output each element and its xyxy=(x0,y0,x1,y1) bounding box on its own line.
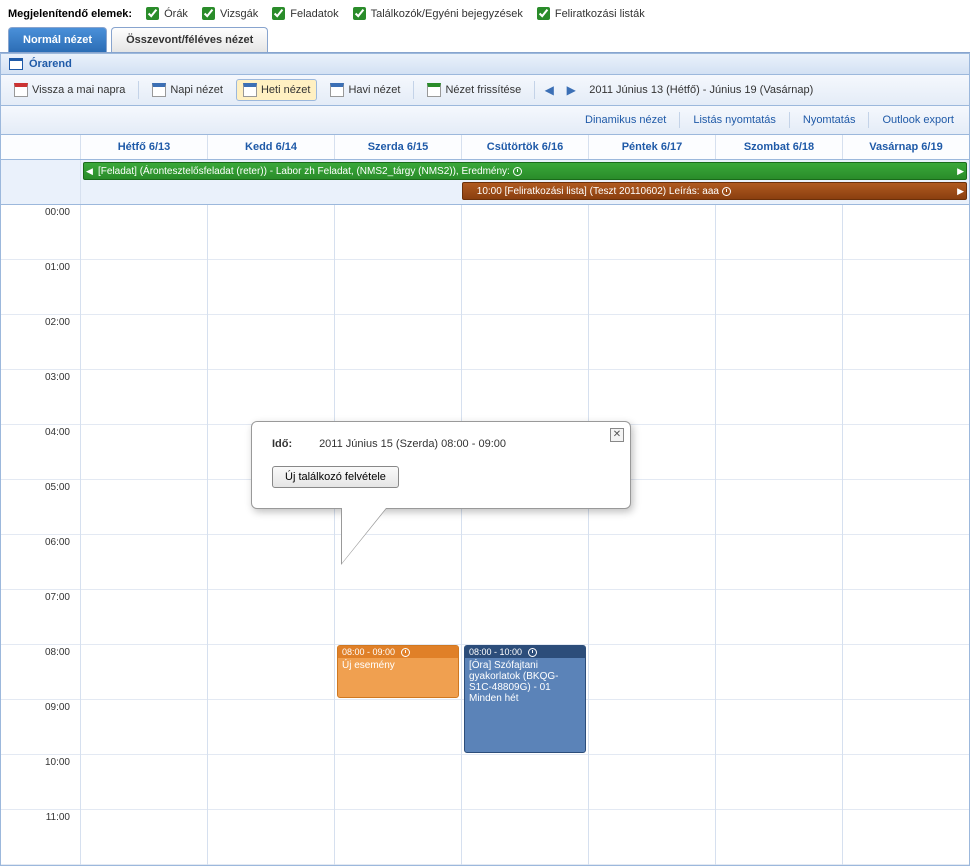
time-label: 09:00 xyxy=(1,700,80,755)
today-button[interactable]: Vissza a mai napra xyxy=(7,79,132,101)
filter-exams-checkbox[interactable] xyxy=(202,7,215,20)
day-header-tue[interactable]: Kedd 6/14 xyxy=(208,135,335,159)
filter-exams[interactable]: Vizsgák xyxy=(198,4,258,23)
day-col-sun[interactable] xyxy=(843,205,969,865)
popup-close-button[interactable]: ✕ xyxy=(610,428,624,442)
clock-icon xyxy=(513,167,522,176)
time-label: 01:00 xyxy=(1,260,80,315)
filter-signups-checkbox[interactable] xyxy=(537,7,550,20)
tab-normal[interactable]: Normál nézet xyxy=(8,27,107,52)
print-list-button[interactable]: Listás nyomtatás xyxy=(684,110,785,130)
time-label: 06:00 xyxy=(1,535,80,590)
filter-signups[interactable]: Feliratkozási listák xyxy=(533,4,645,23)
time-label: 02:00 xyxy=(1,315,80,370)
clock-icon xyxy=(722,187,731,196)
day-col-sat[interactable] xyxy=(716,205,843,865)
time-label: 00:00 xyxy=(1,205,80,260)
day-header-sun[interactable]: Vasárnap 6/19 xyxy=(843,135,969,159)
time-label: 05:00 xyxy=(1,480,80,535)
time-label: 07:00 xyxy=(1,590,80,645)
calendar-body: Hétfő 6/13 Kedd 6/14 Szerda 6/15 Csütört… xyxy=(1,135,969,865)
allday-area: ◀ [Feladat] (Árontesztelősfeladat (reter… xyxy=(1,160,969,205)
new-meeting-button[interactable]: Új találkozó felvétele xyxy=(272,466,399,488)
panel-header: Órarend xyxy=(1,54,969,75)
outlook-export-button[interactable]: Outlook export xyxy=(873,110,963,130)
popup-time-label: Idő: xyxy=(272,438,316,450)
view-tabs: Normál nézet Összevont/féléves nézet xyxy=(0,27,970,53)
arrow-right-icon: ▶ xyxy=(957,182,964,200)
day-columns: 08:00 - 09:00 Új esemény 08:00 - 10:00 [… xyxy=(81,205,969,865)
filter-classes[interactable]: Órák xyxy=(142,4,188,23)
clock-icon xyxy=(528,648,537,657)
tab-aggregate[interactable]: Összevont/féléves nézet xyxy=(111,27,268,52)
popup-time-value: 2011 Június 15 (Szerda) 08:00 - 09:00 xyxy=(319,438,506,450)
month-view-button[interactable]: Havi nézet xyxy=(323,79,407,101)
prev-week-button[interactable]: ◀ xyxy=(541,82,557,98)
filter-tasks-checkbox[interactable] xyxy=(272,7,285,20)
filter-tasks[interactable]: Feladatok xyxy=(268,4,338,23)
time-column: 00:00 01:00 02:00 03:00 04:00 05:00 06:0… xyxy=(1,205,81,865)
time-label: 08:00 xyxy=(1,645,80,700)
day-view-button[interactable]: Napi nézet xyxy=(145,79,230,101)
filter-meetings-checkbox[interactable] xyxy=(353,7,366,20)
time-label: 11:00 xyxy=(1,810,80,865)
week-view-button[interactable]: Heti nézet xyxy=(236,79,318,101)
clock-icon xyxy=(401,648,410,657)
arrow-left-icon: ◀ xyxy=(86,162,93,180)
day-col-tue[interactable] xyxy=(208,205,335,865)
day-col-fri[interactable] xyxy=(589,205,716,865)
day-header-mon[interactable]: Hétfő 6/13 xyxy=(81,135,208,159)
filter-classes-checkbox[interactable] xyxy=(146,7,159,20)
date-range: 2011 Június 13 (Hétfő) - Június 19 (Vasá… xyxy=(589,84,813,96)
day-col-mon[interactable] xyxy=(81,205,208,865)
print-button[interactable]: Nyomtatás xyxy=(794,110,865,130)
day-header-row: Hétfő 6/13 Kedd 6/14 Szerda 6/15 Csütört… xyxy=(1,135,969,160)
day-header-wed[interactable]: Szerda 6/15 xyxy=(335,135,462,159)
day-col-thu[interactable]: 08:00 - 10:00 [Óra] Szófajtani gyakorlat… xyxy=(462,205,589,865)
arrow-right-icon: ▶ xyxy=(957,162,964,180)
calendar-panel: Órarend Vissza a mai napra Napi nézet He… xyxy=(0,53,970,866)
month-view-icon xyxy=(330,83,344,97)
calendar-toolbar-secondary: Dinamikus nézet Listás nyomtatás Nyomtat… xyxy=(1,106,969,135)
allday-signup-event[interactable]: 10:00 [Feliratkozási lista] (Teszt 20110… xyxy=(462,182,967,200)
filters-label: Megjelenítendő elemek: xyxy=(8,8,132,20)
day-header-sat[interactable]: Szombat 6/18 xyxy=(716,135,843,159)
time-grid: 00:00 01:00 02:00 03:00 04:00 05:00 06:0… xyxy=(1,205,969,865)
panel-title: Órarend xyxy=(29,58,72,70)
day-header-thu[interactable]: Csütörtök 6/16 xyxy=(462,135,589,159)
refresh-icon xyxy=(427,83,441,97)
day-header-fri[interactable]: Péntek 6/17 xyxy=(589,135,716,159)
week-view-icon xyxy=(243,83,257,97)
time-label: 04:00 xyxy=(1,425,80,480)
day-view-icon xyxy=(152,83,166,97)
dynamic-view-button[interactable]: Dinamikus nézet xyxy=(576,110,675,130)
next-week-button[interactable]: ▶ xyxy=(563,82,579,98)
time-label: 03:00 xyxy=(1,370,80,425)
calendar-icon xyxy=(9,58,23,70)
filter-meetings[interactable]: Találkozók/Egyéni bejegyzések xyxy=(349,4,523,23)
event-popup: s ✕ Idő: 2011 Június 15 (Szerda) 08:00 -… xyxy=(251,421,631,509)
class-event[interactable]: 08:00 - 10:00 [Óra] Szófajtani gyakorlat… xyxy=(464,645,586,753)
allday-task-event[interactable]: ◀ [Feladat] (Árontesztelősfeladat (reter… xyxy=(83,162,967,180)
new-event[interactable]: 08:00 - 09:00 Új esemény xyxy=(337,645,459,698)
refresh-button[interactable]: Nézet frissítése xyxy=(420,79,528,101)
calendar-toolbar: Vissza a mai napra Napi nézet Heti nézet… xyxy=(1,75,969,106)
today-icon xyxy=(14,83,28,97)
time-label: 10:00 xyxy=(1,755,80,810)
display-filters: Megjelenítendő elemek: Órák Vizsgák Fela… xyxy=(0,0,970,27)
